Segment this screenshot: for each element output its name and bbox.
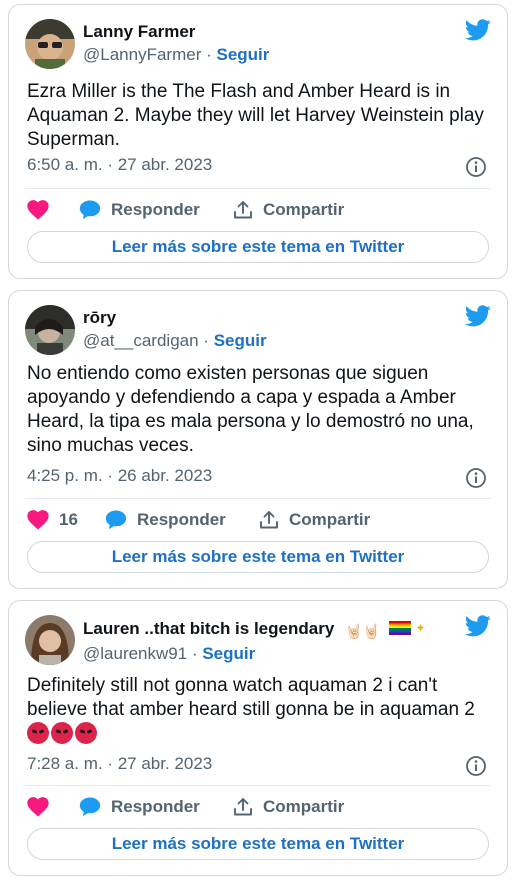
- tweet-timestamp-row: 6:50 a. m. · 27 abr. 2023: [27, 155, 489, 179]
- divider: [25, 498, 491, 499]
- like-button[interactable]: [27, 197, 59, 223]
- separator-dot: ·: [203, 331, 214, 350]
- tweet-feed: Lanny Farmer @LannyFarmer · Seguir Ezra …: [0, 0, 516, 884]
- follow-link[interactable]: Seguir: [216, 45, 269, 64]
- share-icon: [234, 201, 252, 219]
- like-button[interactable]: 16: [27, 507, 78, 533]
- reply-button[interactable]: Responder: [105, 507, 226, 533]
- angry-face-icon: [75, 722, 97, 744]
- like-count: 16: [59, 510, 78, 529]
- tweet-timestamp[interactable]: 4:25 p. m. · 26 abr. 2023: [27, 466, 212, 485]
- tweet-header: Lauren ..that bitch is legendary 🤘🏻🤘🏻 ✦ …: [25, 613, 491, 667]
- tweet-card[interactable]: Lauren ..that bitch is legendary 🤘🏻🤘🏻 ✦ …: [8, 600, 508, 876]
- share-label: Compartir: [289, 510, 371, 529]
- share-button[interactable]: Compartir: [233, 794, 344, 820]
- display-name[interactable]: rōry: [83, 307, 451, 329]
- twitter-bird-icon[interactable]: [465, 305, 491, 327]
- user-handle[interactable]: @laurenkw91: [83, 644, 187, 663]
- reply-button[interactable]: Responder: [79, 794, 200, 820]
- heart-icon: [27, 510, 49, 530]
- tweet-actions: Responder Compartir: [27, 197, 489, 223]
- reply-bubble-icon: [105, 510, 127, 530]
- tweet-text-body: Definitely still not gonna watch aquaman…: [27, 675, 475, 720]
- info-icon[interactable]: [465, 156, 487, 178]
- reply-label: Responder: [111, 797, 200, 816]
- tweet-timestamp[interactable]: 7:28 a. m. · 27 abr. 2023: [27, 754, 212, 773]
- rock-hand-emoji: 🤘🏻🤘🏻: [345, 623, 380, 639]
- heart-icon: [27, 797, 49, 817]
- user-handle[interactable]: @at__cardigan: [83, 331, 199, 350]
- read-more-button[interactable]: Leer más sobre este tema en Twitter: [27, 541, 489, 573]
- tweet-timestamp-row: 7:28 a. m. · 27 abr. 2023: [27, 754, 489, 778]
- tweet-card[interactable]: Lanny Farmer @LannyFarmer · Seguir Ezra …: [8, 4, 508, 279]
- share-button[interactable]: Compartir: [233, 197, 344, 223]
- share-icon: [260, 511, 278, 529]
- tweet-timestamp[interactable]: 6:50 a. m. · 27 abr. 2023: [27, 155, 212, 174]
- read-more-button[interactable]: Leer más sobre este tema en Twitter: [27, 828, 489, 860]
- share-label: Compartir: [263, 200, 345, 219]
- display-name[interactable]: Lanny Farmer: [83, 21, 451, 43]
- separator-dot: ·: [206, 45, 217, 64]
- like-button[interactable]: [27, 794, 59, 820]
- tweet-header: rōry @at__cardigan · Seguir: [25, 303, 491, 357]
- reply-label: Responder: [137, 510, 226, 529]
- reply-bubble-icon: [79, 797, 101, 817]
- user-handle[interactable]: @LannyFarmer: [83, 45, 201, 64]
- divider: [25, 188, 491, 189]
- share-button[interactable]: Compartir: [259, 507, 370, 533]
- heart-icon: [27, 200, 49, 220]
- reply-button[interactable]: Responder: [79, 197, 200, 223]
- follow-link[interactable]: Seguir: [202, 644, 255, 663]
- read-more-button[interactable]: Leer más sobre este tema en Twitter: [27, 231, 489, 263]
- tweet-timestamp-row: 4:25 p. m. · 26 abr. 2023: [27, 466, 489, 490]
- divider: [25, 785, 491, 786]
- info-icon[interactable]: [465, 755, 487, 777]
- tweet-text: Ezra Miller is the The Flash and Amber H…: [27, 81, 484, 150]
- info-icon[interactable]: [465, 467, 487, 489]
- sparkles-icon: ✦: [415, 621, 426, 635]
- tweet-actions: 16 Responder Compartir: [27, 507, 489, 533]
- share-label: Compartir: [263, 797, 345, 816]
- follow-link[interactable]: Seguir: [214, 331, 267, 350]
- angry-face-icon: [51, 722, 73, 744]
- share-icon: [234, 798, 252, 816]
- rainbow-flag-icon: [388, 621, 411, 635]
- tweet-text: Definitely still not gonna watch aquaman…: [27, 674, 487, 747]
- avatar[interactable]: [25, 19, 75, 69]
- angry-face-icon: [27, 722, 49, 744]
- avatar[interactable]: [25, 305, 75, 355]
- reply-label: Responder: [111, 200, 200, 219]
- tweet-text: No entiendo como existen personas que si…: [27, 363, 474, 456]
- tweet-actions: Responder Compartir: [27, 794, 489, 820]
- tweet-header: Lanny Farmer @LannyFarmer · Seguir: [25, 17, 491, 71]
- display-name[interactable]: Lauren ..that bitch is legendary 🤘🏻🤘🏻 ✦: [83, 617, 451, 642]
- display-name-text: Lauren ..that bitch is legendary: [83, 619, 335, 638]
- twitter-bird-icon[interactable]: [465, 615, 491, 637]
- avatar[interactable]: [25, 615, 75, 665]
- twitter-bird-icon[interactable]: [465, 19, 491, 41]
- tweet-card[interactable]: rōry @at__cardigan · Seguir No entiendo …: [8, 290, 508, 589]
- separator-dot: ·: [191, 644, 203, 663]
- reply-bubble-icon: [79, 200, 101, 220]
